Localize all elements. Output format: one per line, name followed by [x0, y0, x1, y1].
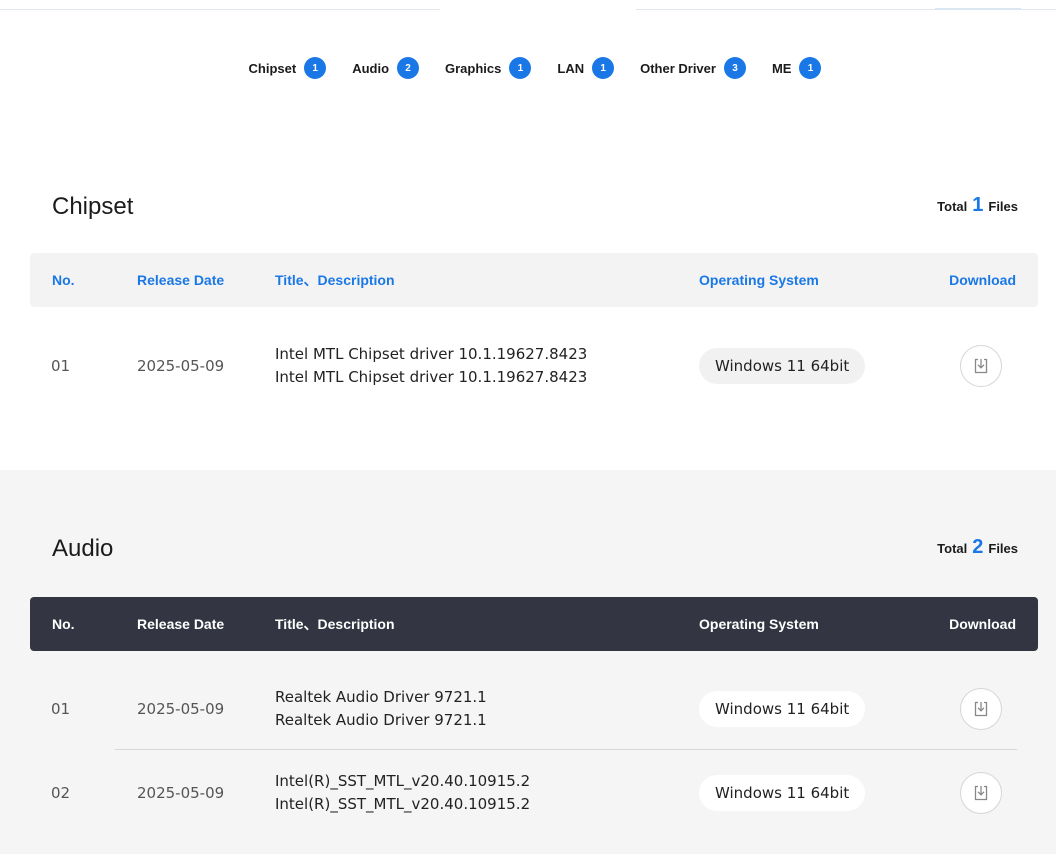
col-release-date: Release Date: [137, 616, 225, 632]
table-row: 02 2025-05-09 Intel(R)_SST_MTL_v20.40.10…: [30, 753, 1038, 833]
total-suffix: Files: [988, 541, 1018, 556]
top-divider-left: [0, 9, 440, 10]
table-header: No. Release Date Title、Description Opera…: [30, 253, 1038, 307]
download-button[interactable]: [960, 772, 1002, 814]
count-badge: 1: [592, 57, 615, 79]
release-date: 2025-05-09: [137, 357, 225, 375]
download-button[interactable]: [960, 345, 1002, 387]
col-title: Title、Description: [275, 272, 395, 288]
driver-title: Intel(R)_SST_MTL_v20.40.10915.2 Intel(R)…: [275, 770, 530, 816]
os-badge: Windows 11 64bit: [699, 775, 866, 811]
tab-lan[interactable]: LAN 1: [557, 57, 615, 79]
section-title: Audio: [52, 535, 114, 562]
file-total: Total 2 Files: [937, 536, 1018, 559]
col-os: Operating System: [699, 272, 819, 288]
col-no: No.: [52, 272, 75, 288]
tab-label: Graphics: [445, 60, 502, 76]
count-badge: 3: [723, 57, 746, 79]
tab-label: LAN: [557, 60, 585, 76]
count-badge: 1: [304, 57, 327, 79]
col-download: Download: [949, 616, 1016, 632]
col-download: Download: [949, 272, 1016, 288]
download-icon: [974, 358, 988, 374]
chipset-section: Chipset Total 1 Files No. Release Date T…: [0, 160, 1056, 470]
count-badge: 1: [799, 57, 822, 79]
tab-chipset[interactable]: Chipset 1: [249, 57, 327, 79]
tab-other-driver[interactable]: Other Driver 3: [640, 57, 746, 79]
count-badge: 1: [509, 57, 532, 79]
driver-name: Intel(R)_SST_MTL_v20.40.10915.2: [275, 772, 531, 790]
table-row: 01 2025-05-09 Realtek Audio Driver 9721.…: [30, 669, 1038, 749]
row-number: 02: [51, 784, 71, 802]
driver-name: Realtek Audio Driver 9721.1: [275, 688, 487, 706]
col-release-date: Release Date: [137, 272, 225, 288]
download-icon: [974, 701, 988, 717]
table-row: 01 2025-05-09 Intel MTL Chipset driver 1…: [30, 326, 1038, 406]
driver-title: Realtek Audio Driver 9721.1 Realtek Audi…: [275, 686, 487, 732]
driver-title: Intel MTL Chipset driver 10.1.19627.8423…: [275, 343, 587, 389]
tab-label: Other Driver: [640, 60, 716, 76]
file-total: Total 1 Files: [937, 194, 1018, 217]
tab-label: ME: [771, 60, 792, 76]
driver-name: Intel MTL Chipset driver 10.1.19627.8423: [275, 345, 588, 363]
section-title: Chipset: [52, 193, 134, 220]
download-button[interactable]: [960, 688, 1002, 730]
tab-graphics[interactable]: Graphics 1: [445, 57, 532, 79]
tab-label: Audio: [352, 60, 390, 76]
category-tabs: Chipset 1 Audio 2 Graphics 1 LAN 1 Other…: [0, 57, 1056, 79]
tab-audio[interactable]: Audio 2: [352, 57, 420, 79]
col-no: No.: [52, 616, 75, 632]
total-count: 2: [972, 536, 984, 558]
driver-description: Realtek Audio Driver 9721.1: [275, 711, 487, 729]
total-count: 1: [972, 194, 984, 216]
table-header: No. Release Date Title、Description Opera…: [30, 597, 1038, 651]
row-number: 01: [51, 700, 71, 718]
download-icon: [974, 785, 988, 801]
tab-me[interactable]: ME 1: [772, 57, 822, 79]
driver-description: Intel(R)_SST_MTL_v20.40.10915.2: [275, 795, 531, 813]
total-suffix: Files: [988, 199, 1018, 214]
os-badge: Windows 11 64bit: [699, 348, 866, 384]
release-date: 2025-05-09: [137, 700, 225, 718]
tab-label: Chipset: [248, 60, 297, 76]
driver-description: Intel MTL Chipset driver 10.1.19627.8423: [275, 368, 588, 386]
row-divider: [115, 749, 1017, 750]
os-badge: Windows 11 64bit: [699, 691, 866, 727]
col-title: Title、Description: [275, 616, 395, 632]
col-os: Operating System: [699, 616, 819, 632]
total-prefix: Total: [937, 541, 968, 556]
count-badge: 2: [397, 57, 420, 79]
audio-section: Audio Total 2 Files No. Release Date Tit…: [0, 470, 1056, 854]
row-number: 01: [51, 357, 71, 375]
release-date: 2025-05-09: [137, 784, 225, 802]
total-prefix: Total: [937, 199, 968, 214]
top-active-indicator: [935, 8, 1021, 10]
